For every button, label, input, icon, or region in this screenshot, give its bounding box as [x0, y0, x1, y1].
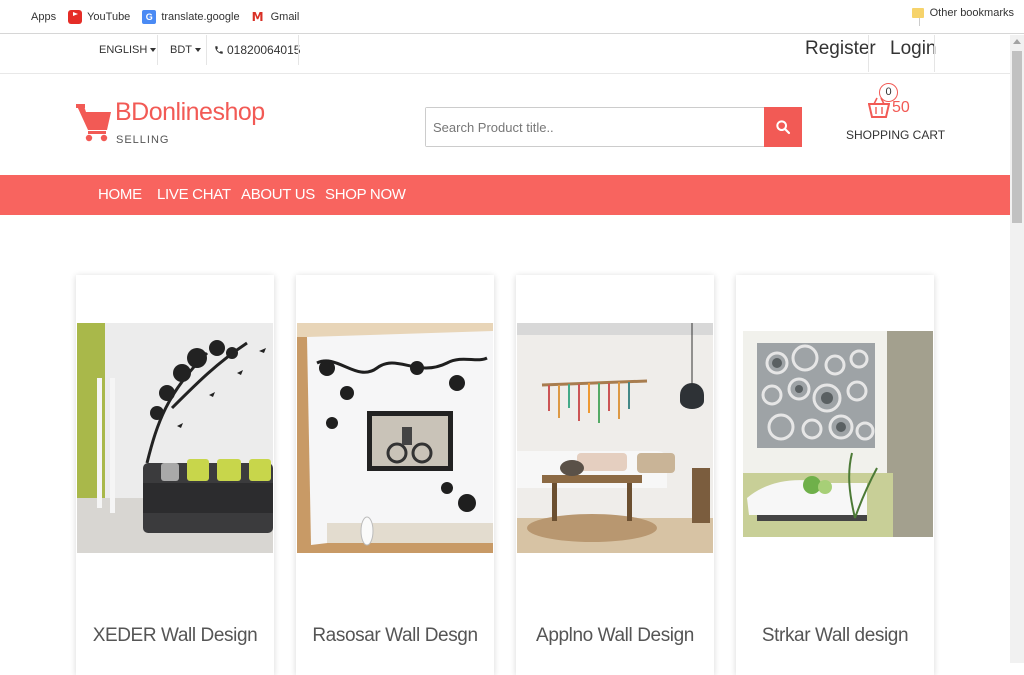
bookmark-label: Gmail	[270, 10, 300, 23]
bookmark-youtube[interactable]: YouTube	[68, 7, 130, 27]
login-link[interactable]: Login	[890, 38, 937, 60]
divider	[868, 35, 869, 72]
currency-label: BDT	[170, 44, 192, 56]
product-card[interactable]: Strkar Wall design	[736, 275, 934, 675]
product-name[interactable]: XEDER Wall Design	[76, 625, 274, 647]
cart-price: 50	[892, 99, 910, 116]
phone-link[interactable]: 01820064015	[214, 35, 300, 65]
language-dropdown[interactable]: ENGLISH	[99, 35, 157, 65]
bookmark-label: YouTube	[87, 10, 131, 23]
youtube-icon	[68, 9, 83, 24]
cart-label: SHOPPING CART	[846, 128, 946, 142]
top-strip: ENGLISH BDT 01820064015 Register Login	[0, 35, 1010, 74]
search-button[interactable]	[764, 107, 802, 147]
product-name[interactable]: Rasosar Wall Desgn	[296, 625, 494, 647]
product-image[interactable]	[517, 323, 713, 553]
divider	[298, 35, 299, 65]
shopping-cart-logo-icon	[76, 104, 111, 142]
logo-subtitle: SELLING	[116, 134, 170, 146]
basket-icon	[868, 97, 890, 118]
divider	[157, 35, 158, 65]
bookmark-gmail[interactable]: M Gmail	[252, 7, 300, 27]
product-image[interactable]	[737, 323, 933, 553]
bookmark-label: Apps	[31, 10, 57, 23]
google-translate-icon: G	[142, 9, 157, 24]
search-input[interactable]	[426, 108, 764, 146]
other-bookmarks[interactable]: Other bookmarks	[911, 7, 1014, 19]
logo-title: BDonlineshop	[115, 98, 265, 126]
scrollbar-thumb[interactable]	[1012, 51, 1022, 223]
nav-live-chat[interactable]: LIVE CHAT	[157, 175, 231, 215]
register-link[interactable]: Register	[805, 38, 876, 60]
scroll-up-icon[interactable]	[1013, 39, 1021, 44]
divider	[206, 35, 207, 65]
currency-dropdown[interactable]: BDT	[170, 35, 201, 65]
folder-icon	[911, 8, 924, 18]
product-name[interactable]: Applno Wall Design	[516, 625, 714, 647]
phone-number: 01820064015	[227, 43, 301, 57]
product-name[interactable]: Strkar Wall design	[736, 625, 934, 647]
caret-down-icon	[150, 48, 157, 52]
page-scrollbar[interactable]	[1010, 35, 1024, 663]
language-label: ENGLISH	[99, 44, 148, 56]
phone-icon	[215, 46, 223, 54]
bookmark-translate[interactable]: G translate.google	[142, 7, 240, 27]
divider	[934, 35, 935, 72]
shopping-cart[interactable]: 0 50 SHOPPING CART	[840, 80, 945, 150]
gmail-icon: M	[251, 9, 264, 24]
apps-grid-icon	[12, 10, 26, 24]
product-card[interactable]: Rasosar Wall Desgn	[296, 275, 494, 675]
product-card[interactable]: XEDER Wall Design	[76, 275, 274, 675]
bookmark-label: translate.google	[161, 10, 240, 23]
nav-about-us[interactable]: ABOUT US	[241, 175, 315, 215]
other-bookmarks-label: Other bookmarks	[929, 7, 1014, 19]
nav-shop-now[interactable]: SHOP NOW	[325, 175, 406, 215]
product-card[interactable]: Applno Wall Design	[516, 275, 714, 675]
search-bar	[425, 107, 802, 147]
product-image[interactable]	[297, 323, 493, 553]
search-icon	[776, 120, 791, 135]
bookmarks-bar: Apps YouTube G translate.google M Gmail …	[0, 0, 1024, 34]
caret-down-icon	[195, 48, 201, 52]
main-nav: HOME LIVE CHAT ABOUT US SHOP NOW	[0, 175, 1010, 215]
bookmark-apps[interactable]: Apps	[12, 7, 56, 27]
nav-home[interactable]: HOME	[98, 175, 142, 215]
product-image[interactable]	[77, 323, 273, 553]
